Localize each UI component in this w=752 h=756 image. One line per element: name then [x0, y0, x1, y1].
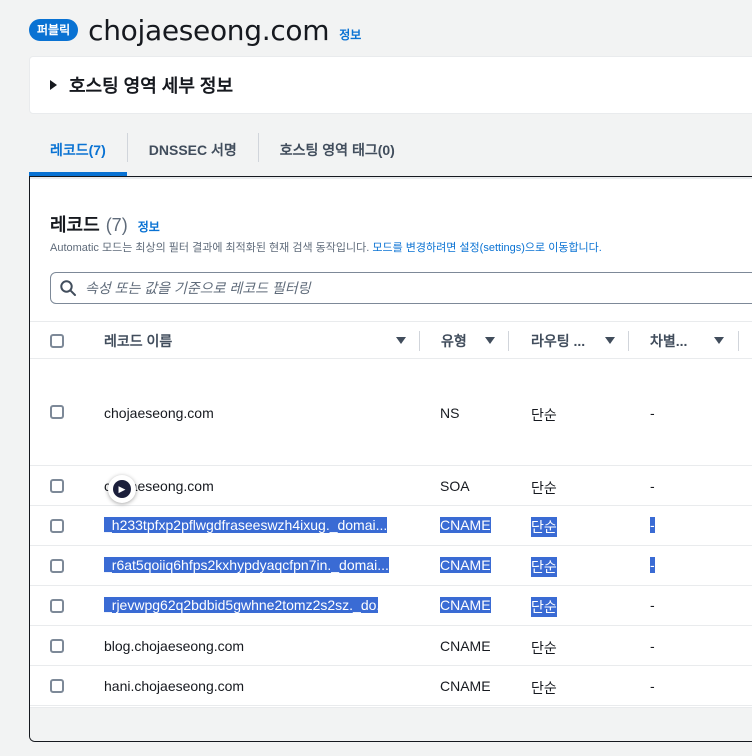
table-row[interactable]: blog.chojaeseong.com CNAME 단순 - — [30, 626, 752, 666]
records-title: 레코드 — [50, 215, 100, 235]
column-header-name[interactable]: 레코드 이름 — [104, 322, 408, 360]
column-divider — [628, 331, 629, 351]
table-footer — [30, 707, 752, 741]
play-icon: ▶ — [113, 480, 131, 498]
record-name[interactable]: blog.chojaeseong.com — [104, 638, 244, 654]
sort-down-icon[interactable] — [396, 337, 406, 344]
column-divider — [508, 331, 509, 351]
tab-records[interactable]: 레코드(7) — [29, 124, 127, 176]
table-row[interactable]: chojaeseong.com SOA 단순 - — [30, 466, 752, 506]
record-type: CNAME — [440, 557, 491, 573]
tab-dnssec[interactable]: DNSSEC 서명 — [128, 124, 258, 176]
record-differentiator: - — [650, 517, 655, 533]
row-checkbox[interactable] — [50, 639, 64, 653]
records-info-link[interactable]: 정보 — [138, 218, 160, 235]
record-routing: 단순 — [531, 480, 557, 496]
record-type: CNAME — [440, 638, 491, 654]
table-header: 레코드 이름 유형 라우팅 ... 차별... — [30, 321, 752, 359]
page-header: 퍼블릭 chojaeseong.com 정보 — [29, 12, 361, 48]
record-filter[interactable] — [50, 272, 752, 304]
sort-down-icon[interactable] — [605, 337, 615, 344]
record-type: CNAME — [440, 597, 491, 613]
record-type: NS — [440, 405, 460, 421]
hosted-zone-details-expander[interactable]: 호스팅 영역 세부 정보 — [29, 56, 752, 114]
record-differentiator: - — [650, 405, 655, 421]
record-routing: 단순 — [531, 640, 557, 656]
record-type: CNAME — [440, 517, 491, 533]
records-header: 레코드 (7) 정보 — [50, 211, 160, 237]
table-row[interactable]: _rjevwpg62q2bdbid5gwhne2tomz2s2sz._do...… — [30, 586, 752, 626]
record-differentiator: - — [650, 678, 655, 694]
info-link[interactable]: 정보 — [339, 26, 361, 43]
record-routing: 단순 — [531, 517, 557, 537]
settings-link[interactable]: 모드를 변경하려면 설정(settings)으로 이동합니다. — [372, 242, 602, 254]
record-name[interactable]: _r6at5qoiiq6hfps2kxhypdyaqcfpn7in._domai… — [104, 557, 389, 573]
records-panel: 레코드 (7) 정보 Automatic 모드는 최상의 필터 결과에 최적화된… — [29, 176, 752, 742]
column-header-type[interactable]: 유형 — [441, 322, 501, 360]
record-routing: 단순 — [531, 680, 557, 696]
row-checkbox[interactable] — [50, 405, 64, 419]
row-checkbox[interactable] — [50, 479, 64, 493]
record-differentiator: - — [650, 557, 655, 573]
page-title: chojaeseong.com — [88, 13, 330, 47]
column-header-differentiator[interactable]: 차별... — [650, 322, 730, 360]
search-icon — [60, 280, 76, 296]
extension-overlay-icon[interactable]: ▶ — [108, 475, 136, 503]
row-checkbox[interactable] — [50, 599, 64, 613]
records-count: (7) — [105, 215, 128, 235]
row-checkbox[interactable] — [50, 519, 64, 533]
table-row[interactable]: _h233tpfxp2pflwgdfraseeswzh4ixug._domai.… — [30, 506, 752, 546]
tab-tags[interactable]: 호스팅 영역 태그(0) — [259, 124, 416, 176]
record-name[interactable]: chojaeseong.com — [104, 405, 214, 421]
record-routing: 단순 — [531, 407, 557, 423]
record-routing: 단순 — [531, 557, 557, 577]
row-checkbox[interactable] — [50, 559, 64, 573]
select-all-checkbox[interactable] — [50, 334, 64, 348]
public-badge: 퍼블릭 — [29, 19, 79, 41]
row-checkbox[interactable] — [50, 679, 64, 693]
sort-down-icon[interactable] — [485, 337, 495, 344]
record-name[interactable]: hani.chojaeseong.com — [104, 678, 244, 694]
caret-right-icon — [50, 80, 57, 90]
search-input[interactable] — [85, 280, 752, 296]
record-name[interactable]: _h233tpfxp2pflwgdfraseeswzh4ixug._domai.… — [104, 517, 388, 533]
column-header-routing[interactable]: 라우팅 ... — [531, 322, 621, 360]
column-divider — [419, 331, 420, 351]
tab-bar: 레코드(7) DNSSEC 서명 호스팅 영역 태그(0) — [29, 124, 416, 176]
column-divider — [738, 331, 739, 351]
description-text: Automatic 모드는 최상의 필터 결과에 최적화된 현재 검색 동작입니… — [50, 242, 370, 254]
table-row[interactable]: _r6at5qoiiq6hfps2kxhypdyaqcfpn7in._domai… — [30, 546, 752, 586]
table-row[interactable]: chojaeseong.com NS 단순 - — [30, 359, 752, 466]
details-label: 호스팅 영역 세부 정보 — [69, 76, 234, 96]
record-differentiator: - — [650, 638, 655, 654]
record-differentiator: - — [650, 597, 655, 613]
record-routing: 단순 — [531, 597, 557, 617]
record-type: SOA — [440, 478, 470, 494]
record-name[interactable]: _rjevwpg62q2bdbid5gwhne2tomz2s2sz._do... — [104, 597, 378, 613]
record-differentiator: - — [650, 478, 655, 494]
sort-down-icon[interactable] — [714, 337, 724, 344]
record-type: CNAME — [440, 678, 491, 694]
table-row[interactable]: hani.chojaeseong.com CNAME 단순 - — [30, 666, 752, 706]
records-description: Automatic 모드는 최상의 필터 결과에 최적화된 현재 검색 동작입니… — [50, 239, 602, 255]
